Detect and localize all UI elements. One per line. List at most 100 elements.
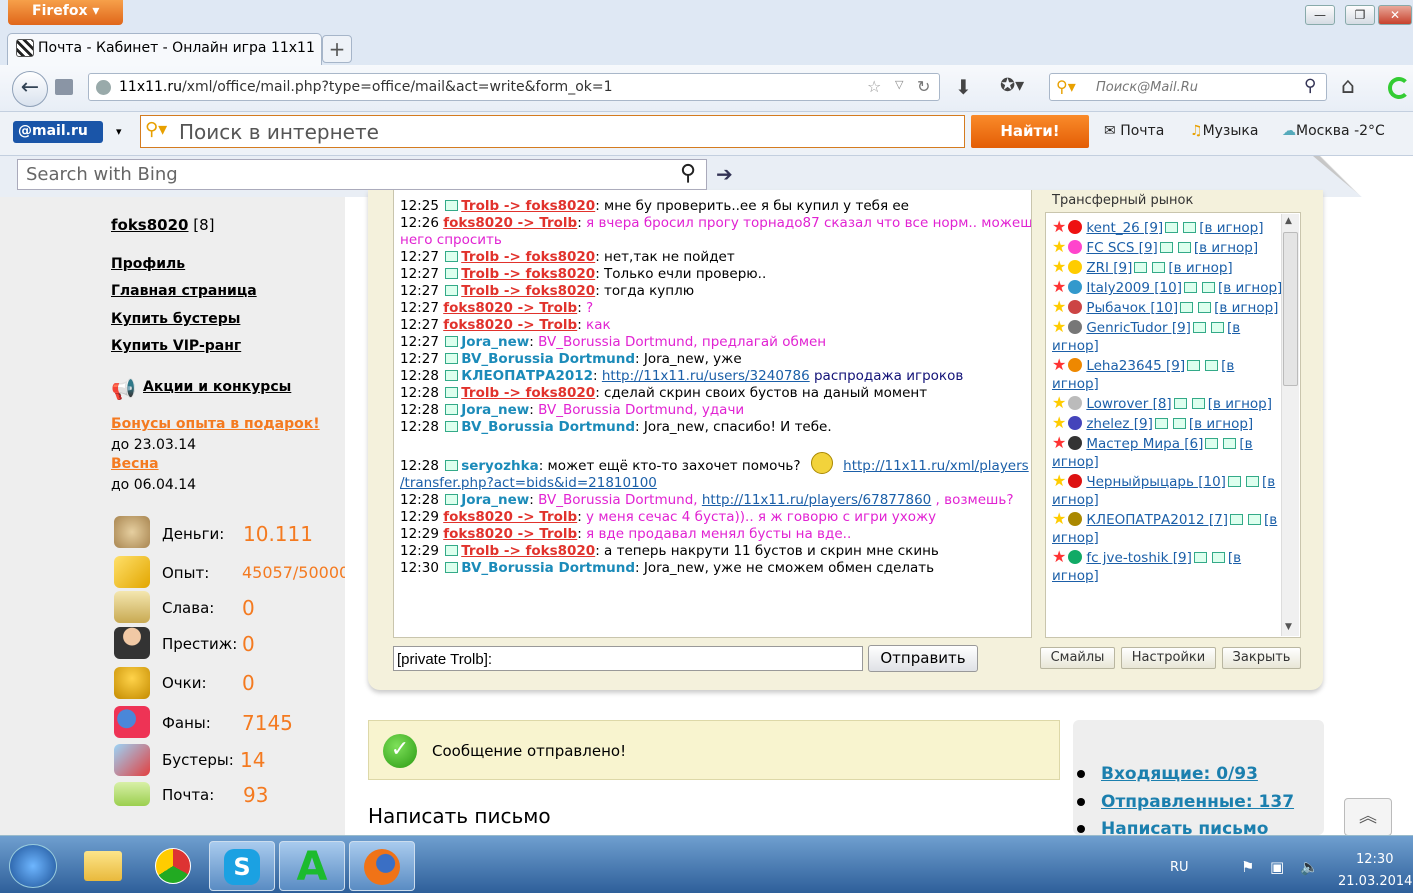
firefox-menu-button[interactable]: Firefox ▾ [8,0,123,25]
user-message-icon[interactable] [1248,514,1262,525]
search-field[interactable]: ⚲▾ Поиск@Mail.Ru ⚲ [1049,73,1327,101]
scroll-up-icon[interactable]: ▲ [1285,216,1292,226]
reload-icon[interactable]: ↻ [917,77,930,96]
ignore-user-link[interactable]: [в игнор] [1194,240,1258,256]
private-message-icon[interactable] [445,562,459,573]
maximize-button[interactable]: ❐ [1345,5,1375,25]
user-info-icon[interactable] [1173,398,1187,409]
taskbar-explorer[interactable] [70,841,136,891]
user-name-link[interactable]: Lowrover [8] [1086,396,1171,412]
user-name-link[interactable]: Italy2009 [10] [1086,280,1182,296]
user-message-icon[interactable] [1210,322,1224,333]
search-icon[interactable]: ⚲ [680,161,696,186]
ignore-user-link[interactable]: [в игнор] [1168,260,1232,276]
user-info-icon[interactable] [1134,262,1148,273]
taskbar-skype[interactable]: S [209,841,275,891]
scroll-to-top-button[interactable]: ︽ [1344,798,1392,836]
ignore-user-link[interactable]: [в игнор] [1189,416,1253,432]
mailru-search-input[interactable]: ⚲▾ Поиск в интернете [140,115,965,148]
user-info-icon[interactable] [1192,322,1206,333]
bookmark-star-icon[interactable]: ☆ [867,77,881,96]
user-name-link[interactable]: ZRI [9] [1086,260,1132,276]
mailru-menu-dropdown-icon[interactable]: ▾ [116,125,122,138]
taskbar-app-a[interactable]: A [279,841,345,891]
private-message-icon[interactable] [445,285,459,296]
scroll-down-icon[interactable]: ▼ [1285,622,1292,632]
user-info-icon[interactable] [1205,438,1219,449]
chat-log[interactable]: 12:25 Trolb -> foks8020: мне бу проверит… [393,190,1032,638]
user-message-icon[interactable] [1202,282,1215,293]
chat-message-continued[interactable]: /transfer.php?act=bids&id=21810100 [400,475,1031,492]
transfer-market-label[interactable]: Трансферный рынок [1052,193,1193,208]
mailru-logo[interactable]: @mail.ru [13,121,103,143]
back-button[interactable]: ← [12,71,48,107]
user-info-icon[interactable] [1159,242,1173,253]
private-message-icon[interactable] [445,387,459,398]
xp-bonus-link[interactable]: Бонусы опыта в подарок! [111,416,320,432]
user-name-link[interactable]: zhelez [9] [1086,416,1153,432]
url-bar[interactable]: 11x11.ru/xml/office/mail.php?type=office… [88,73,940,101]
page-history-icon[interactable] [55,79,73,95]
language-indicator[interactable]: RU [1170,860,1189,875]
send-button[interactable]: Отправить [868,645,978,672]
search-engine-icon[interactable]: ⚲▾ [1056,77,1076,96]
private-message-icon[interactable] [445,421,459,432]
sent-link[interactable]: Отправленные: 137 [1076,792,1294,812]
toolbar-mail-link[interactable]: ✉ Почта [1104,123,1164,139]
windows-start-button[interactable] [9,844,57,888]
search-engine-icon[interactable]: ⚲▾ [145,119,167,140]
private-message-icon[interactable] [445,404,459,415]
close-chat-button[interactable]: Закрыть [1222,647,1301,669]
promotions-link[interactable]: Акции и конкурсы [143,379,291,395]
private-message-icon[interactable] [445,370,459,381]
user-list-scroll-thumb[interactable] [1283,232,1298,386]
user-name-link[interactable]: КЛЕОПАТРА2012 [7] [1086,512,1228,528]
toolbar-music-link[interactable]: ♫Музыка [1190,123,1258,139]
ignore-user-link[interactable]: [в игнор] [1199,220,1263,236]
settings-button[interactable]: Настройки [1121,647,1216,669]
user-name-link[interactable]: fc jve-toshik [9] [1086,550,1192,566]
user-message-icon[interactable] [1198,302,1212,313]
user-message-icon[interactable] [1245,476,1259,487]
clock-date[interactable]: 21.03.2014 [1338,874,1412,889]
bing-search-input[interactable]: Search with Bing ⚲ [17,159,707,190]
private-message-icon[interactable] [445,336,459,347]
user-message-icon[interactable] [1172,418,1186,429]
bookmarks-menu-icon[interactable]: ✪▾ [1000,75,1024,96]
user-info-icon[interactable] [1227,476,1241,487]
volume-icon[interactable]: 🔈 [1300,858,1319,876]
private-message-icon[interactable] [445,251,459,262]
user-info-icon[interactable] [1184,282,1197,293]
main-page-link[interactable]: Главная страница [111,283,257,299]
user-info-icon[interactable] [1165,222,1179,233]
clock-time[interactable]: 12:30 [1356,852,1393,867]
private-message-icon[interactable] [445,545,459,556]
smiles-button[interactable]: Смайлы [1040,647,1115,669]
private-message-icon[interactable] [445,200,459,211]
taskbar-chrome[interactable] [140,841,206,891]
user-info-icon[interactable] [1154,418,1168,429]
user-info-icon[interactable] [1230,514,1244,525]
user-message-icon[interactable] [1152,262,1166,273]
ignore-user-link[interactable]: [в игнор] [1218,280,1282,296]
user-name-link[interactable]: GenricTudor [9] [1086,320,1191,336]
chat-message-input[interactable] [393,646,863,671]
taskbar-firefox[interactable] [349,841,415,891]
new-tab-button[interactable]: + [322,35,352,63]
user-name-link[interactable]: Черныйрыцарь [10] [1086,474,1226,490]
user-name-link[interactable]: Рыбачок [10] [1086,300,1178,316]
toolbar-weather[interactable]: ☁Москва -2°C [1282,123,1385,139]
private-message-icon[interactable] [445,460,459,471]
profile-link[interactable]: Профиль [111,256,185,272]
buy-vip-link[interactable]: Купить VIP-ранг [111,338,241,354]
inbox-link[interactable]: Входящие: 0/93 [1077,764,1258,784]
arrow-right-icon[interactable]: ➔ [716,162,733,186]
home-icon[interactable]: ⌂ [1341,74,1355,99]
user-info-icon[interactable] [1193,552,1207,563]
username-link[interactable]: foks8020 [111,216,188,234]
user-message-icon[interactable] [1211,552,1225,563]
flag-icon[interactable]: ⚑ [1241,858,1254,876]
user-info-icon[interactable] [1187,360,1201,371]
private-message-icon[interactable] [445,494,459,505]
private-message-icon[interactable] [445,268,459,279]
